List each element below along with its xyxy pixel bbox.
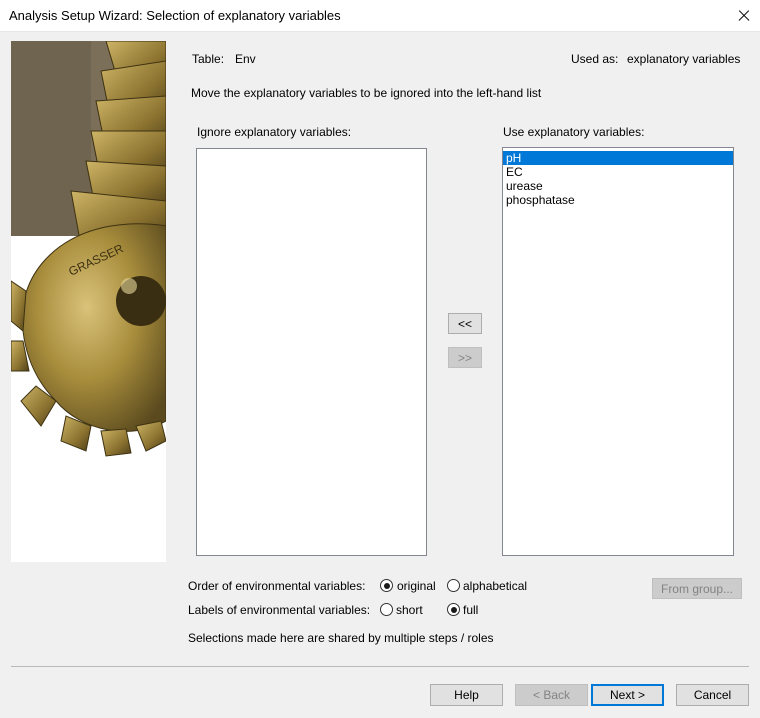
order-alphabetical-radio[interactable] bbox=[447, 579, 460, 592]
title-bar: Analysis Setup Wizard: Selection of expl… bbox=[0, 0, 760, 32]
close-icon[interactable] bbox=[728, 3, 758, 28]
ignore-list-label: Ignore explanatory variables: bbox=[197, 125, 352, 139]
footer-separator bbox=[11, 666, 749, 667]
order-alphabetical-label[interactable]: alphabetical bbox=[463, 579, 527, 593]
list-item-phosphatase[interactable]: phosphatase bbox=[503, 193, 733, 207]
order-original-radio[interactable] bbox=[380, 579, 393, 592]
order-original-label[interactable]: original bbox=[397, 579, 436, 593]
use-list-label: Use explanatory variables: bbox=[503, 125, 645, 139]
labels-full-label[interactable]: full bbox=[463, 603, 478, 617]
table-value: Env bbox=[235, 52, 256, 66]
ignore-variables-listbox[interactable] bbox=[196, 148, 427, 556]
from-group-button[interactable]: From group... bbox=[652, 578, 742, 599]
back-button[interactable]: < Back bbox=[515, 684, 588, 706]
wizard-side-image: GRASSER bbox=[10, 40, 167, 562]
used-as-value: explanatory variables bbox=[627, 52, 741, 66]
help-button[interactable]: Help bbox=[430, 684, 503, 706]
window-title: Analysis Setup Wizard: Selection of expl… bbox=[9, 8, 341, 23]
move-right-button[interactable]: >> bbox=[448, 347, 482, 368]
labels-short-label[interactable]: short bbox=[396, 603, 423, 617]
list-item-urease[interactable]: urease bbox=[503, 179, 733, 193]
shared-selection-note: Selections made here are shared by multi… bbox=[188, 631, 494, 645]
instruction-text: Move the explanatory variables to be ign… bbox=[191, 86, 542, 100]
list-item-ph[interactable]: pH bbox=[503, 151, 733, 165]
labels-full-radio[interactable] bbox=[447, 603, 460, 616]
used-as-label: Used as: bbox=[571, 52, 619, 66]
gear-illustration: GRASSER bbox=[10, 40, 167, 457]
use-variables-listbox[interactable]: pH EC urease phosphatase bbox=[502, 147, 734, 556]
labels-label: Labels of environmental variables: bbox=[188, 603, 371, 617]
cancel-button[interactable]: Cancel bbox=[676, 684, 749, 706]
list-item-ec[interactable]: EC bbox=[503, 165, 733, 179]
order-label: Order of environmental variables: bbox=[188, 579, 366, 593]
move-left-button[interactable]: << bbox=[448, 313, 482, 334]
next-button[interactable]: Next > bbox=[591, 684, 664, 706]
table-label: Table: bbox=[192, 52, 225, 66]
labels-short-radio[interactable] bbox=[380, 603, 393, 616]
